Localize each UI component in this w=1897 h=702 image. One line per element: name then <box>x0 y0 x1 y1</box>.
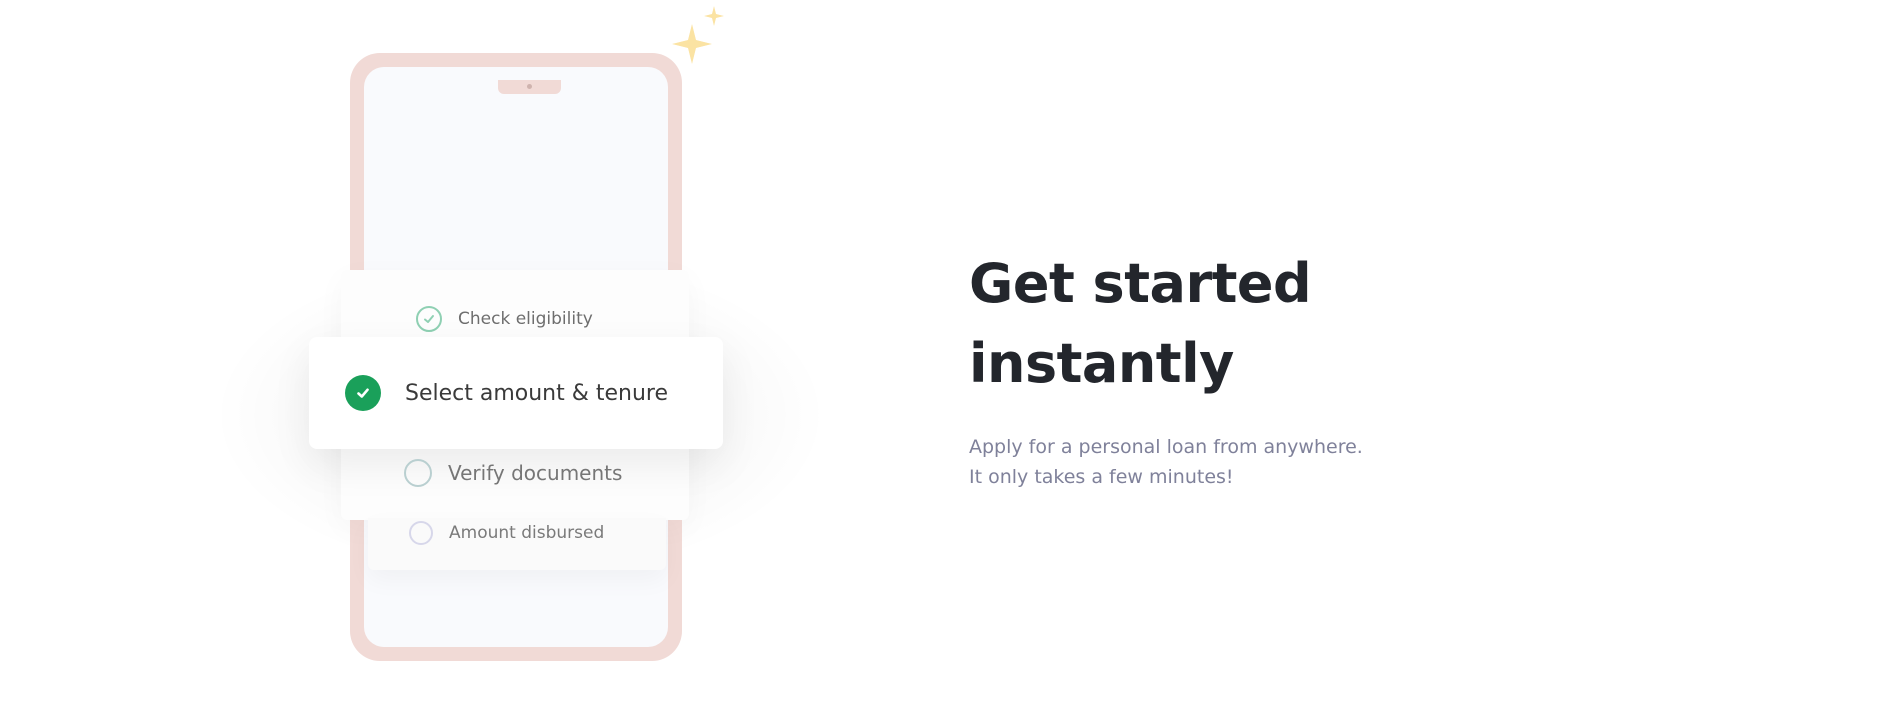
check-circle-filled-icon <box>345 375 381 411</box>
sparkle-icon <box>672 6 724 64</box>
hero-section: Check eligibility Select amount & tenure… <box>0 0 1897 702</box>
step-label: Amount disbursed <box>449 523 605 543</box>
active-step-label: Select amount & tenure <box>405 380 669 406</box>
hero-subtext: Apply for a personal loan from anywhere.… <box>969 432 1363 492</box>
subtext-line-2: It only takes a few minutes! <box>969 466 1234 488</box>
empty-circle-icon <box>404 459 432 487</box>
check-circle-outline-icon <box>416 306 442 332</box>
step-label: Check eligibility <box>458 309 593 329</box>
empty-circle-icon <box>409 521 433 545</box>
step-verify-documents: Verify documents <box>404 459 622 487</box>
step-check-eligibility: Check eligibility <box>416 306 593 332</box>
phone-notch <box>498 80 561 94</box>
active-step-card: Select amount & tenure <box>309 337 723 449</box>
headline-line-1: Get started <box>969 252 1312 315</box>
headline-line-2: instantly <box>969 332 1234 395</box>
step-amount-disbursed: Amount disbursed <box>409 521 604 545</box>
step-label: Verify documents <box>448 461 623 485</box>
subtext-line-1: Apply for a personal loan from anywhere. <box>969 436 1363 458</box>
page-title: Get started instantly <box>969 244 1312 404</box>
camera-dot <box>527 84 532 89</box>
